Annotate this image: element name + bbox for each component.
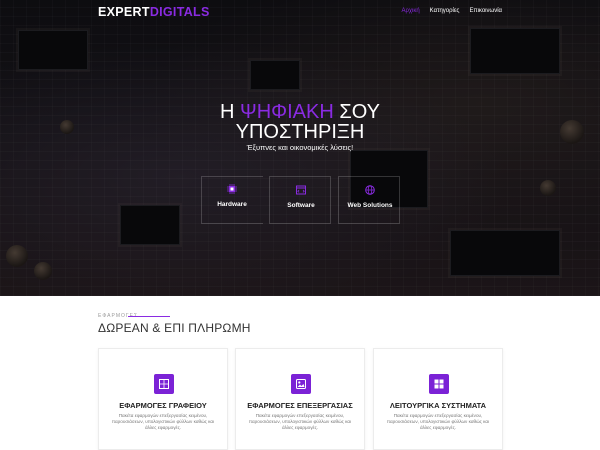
top-navbar: EXPERTDIGITALS Αρχική Κατηγορίες Επικοιν… [0,0,600,24]
hero-headline-line2: ΥΠΟΣΤΗΡΙΞΗ [235,121,365,143]
card-title: ΕΦΑΡΜΟΓΕΣ ΓΡΑΦΕΙΟΥ [119,401,207,410]
main-menu: Αρχική Κατηγορίες Επικοινωνία [401,8,502,14]
app-card-os[interactable]: ΛΕΙΤΟΥΡΓΙΚΑ ΣΥΣΤΗΜΑΤΑ Πακέτα εφαρμογών ε… [373,348,503,450]
card-title: ΕΦΑΡΜΟΓΕΣ ΕΠΕΞΕΡΓΑΣΙΑΣ [247,401,353,410]
app-card-editing[interactable]: ΕΦΑΡΜΟΓΕΣ ΕΠΕΞΕΡΓΑΣΙΑΣ Πακέτα εφαρμογών … [235,348,365,450]
headline-highlight: ΨΗΦΙΑΚΗ [240,101,334,123]
nav-link-contact[interactable]: Επικοινωνία [469,8,502,14]
editing-icon [291,374,311,394]
card-title: ΛΕΙΤΟΥΡΓΙΚΑ ΣΥΣΤΗΜΑΤΑ [389,401,487,410]
logo-main-text: EXPERT [98,5,150,19]
card-description: Πακέτα εφαρμογών επεξεργασίας κειμένου, … [248,413,352,431]
nav-link-categories[interactable]: Κατηγορίες [430,8,460,14]
app-card-office[interactable]: ΕΦΑΡΜΟΓΕΣ ΓΡΑΦΕΙΟΥ Πακέτα εφαρμογών επεξ… [98,348,228,450]
headline-post: ΣΟΥ [339,101,380,123]
hero-tagline: Έξυπνες και οικονομικές λύσεις! [246,143,354,152]
service-hardware[interactable]: Hardware [201,176,263,224]
logo-accent-text: DIGITALS [149,5,210,19]
software-icon [296,185,306,195]
site-logo[interactable]: EXPERTDIGITALS [98,5,210,19]
service-label: Web Solutions [347,202,393,209]
section-title: ΔΩΡΕΑΝ & ΕΠΙ ΠΛΗΡΩΜΗ [98,321,251,335]
section-divider [128,316,170,317]
os-icon [429,374,449,394]
card-description: Πακέτα εφαρμογών επεξεργασίας κειμένου, … [386,413,490,431]
chip-icon [227,184,237,194]
headline-pre: Η [220,101,235,123]
office-icon [154,374,174,394]
service-web-solutions[interactable]: Web Solutions [338,176,400,224]
nav-link-home[interactable]: Αρχική [401,8,419,14]
hero-headline-line1: Η ΨΗΦΙΑΚΗ ΣΟΥ [0,101,600,123]
card-description: Πακέτα εφαρμογών επεξεργασίας κειμένου, … [111,413,215,431]
globe-icon [365,185,375,195]
service-software[interactable]: Software [269,176,331,224]
